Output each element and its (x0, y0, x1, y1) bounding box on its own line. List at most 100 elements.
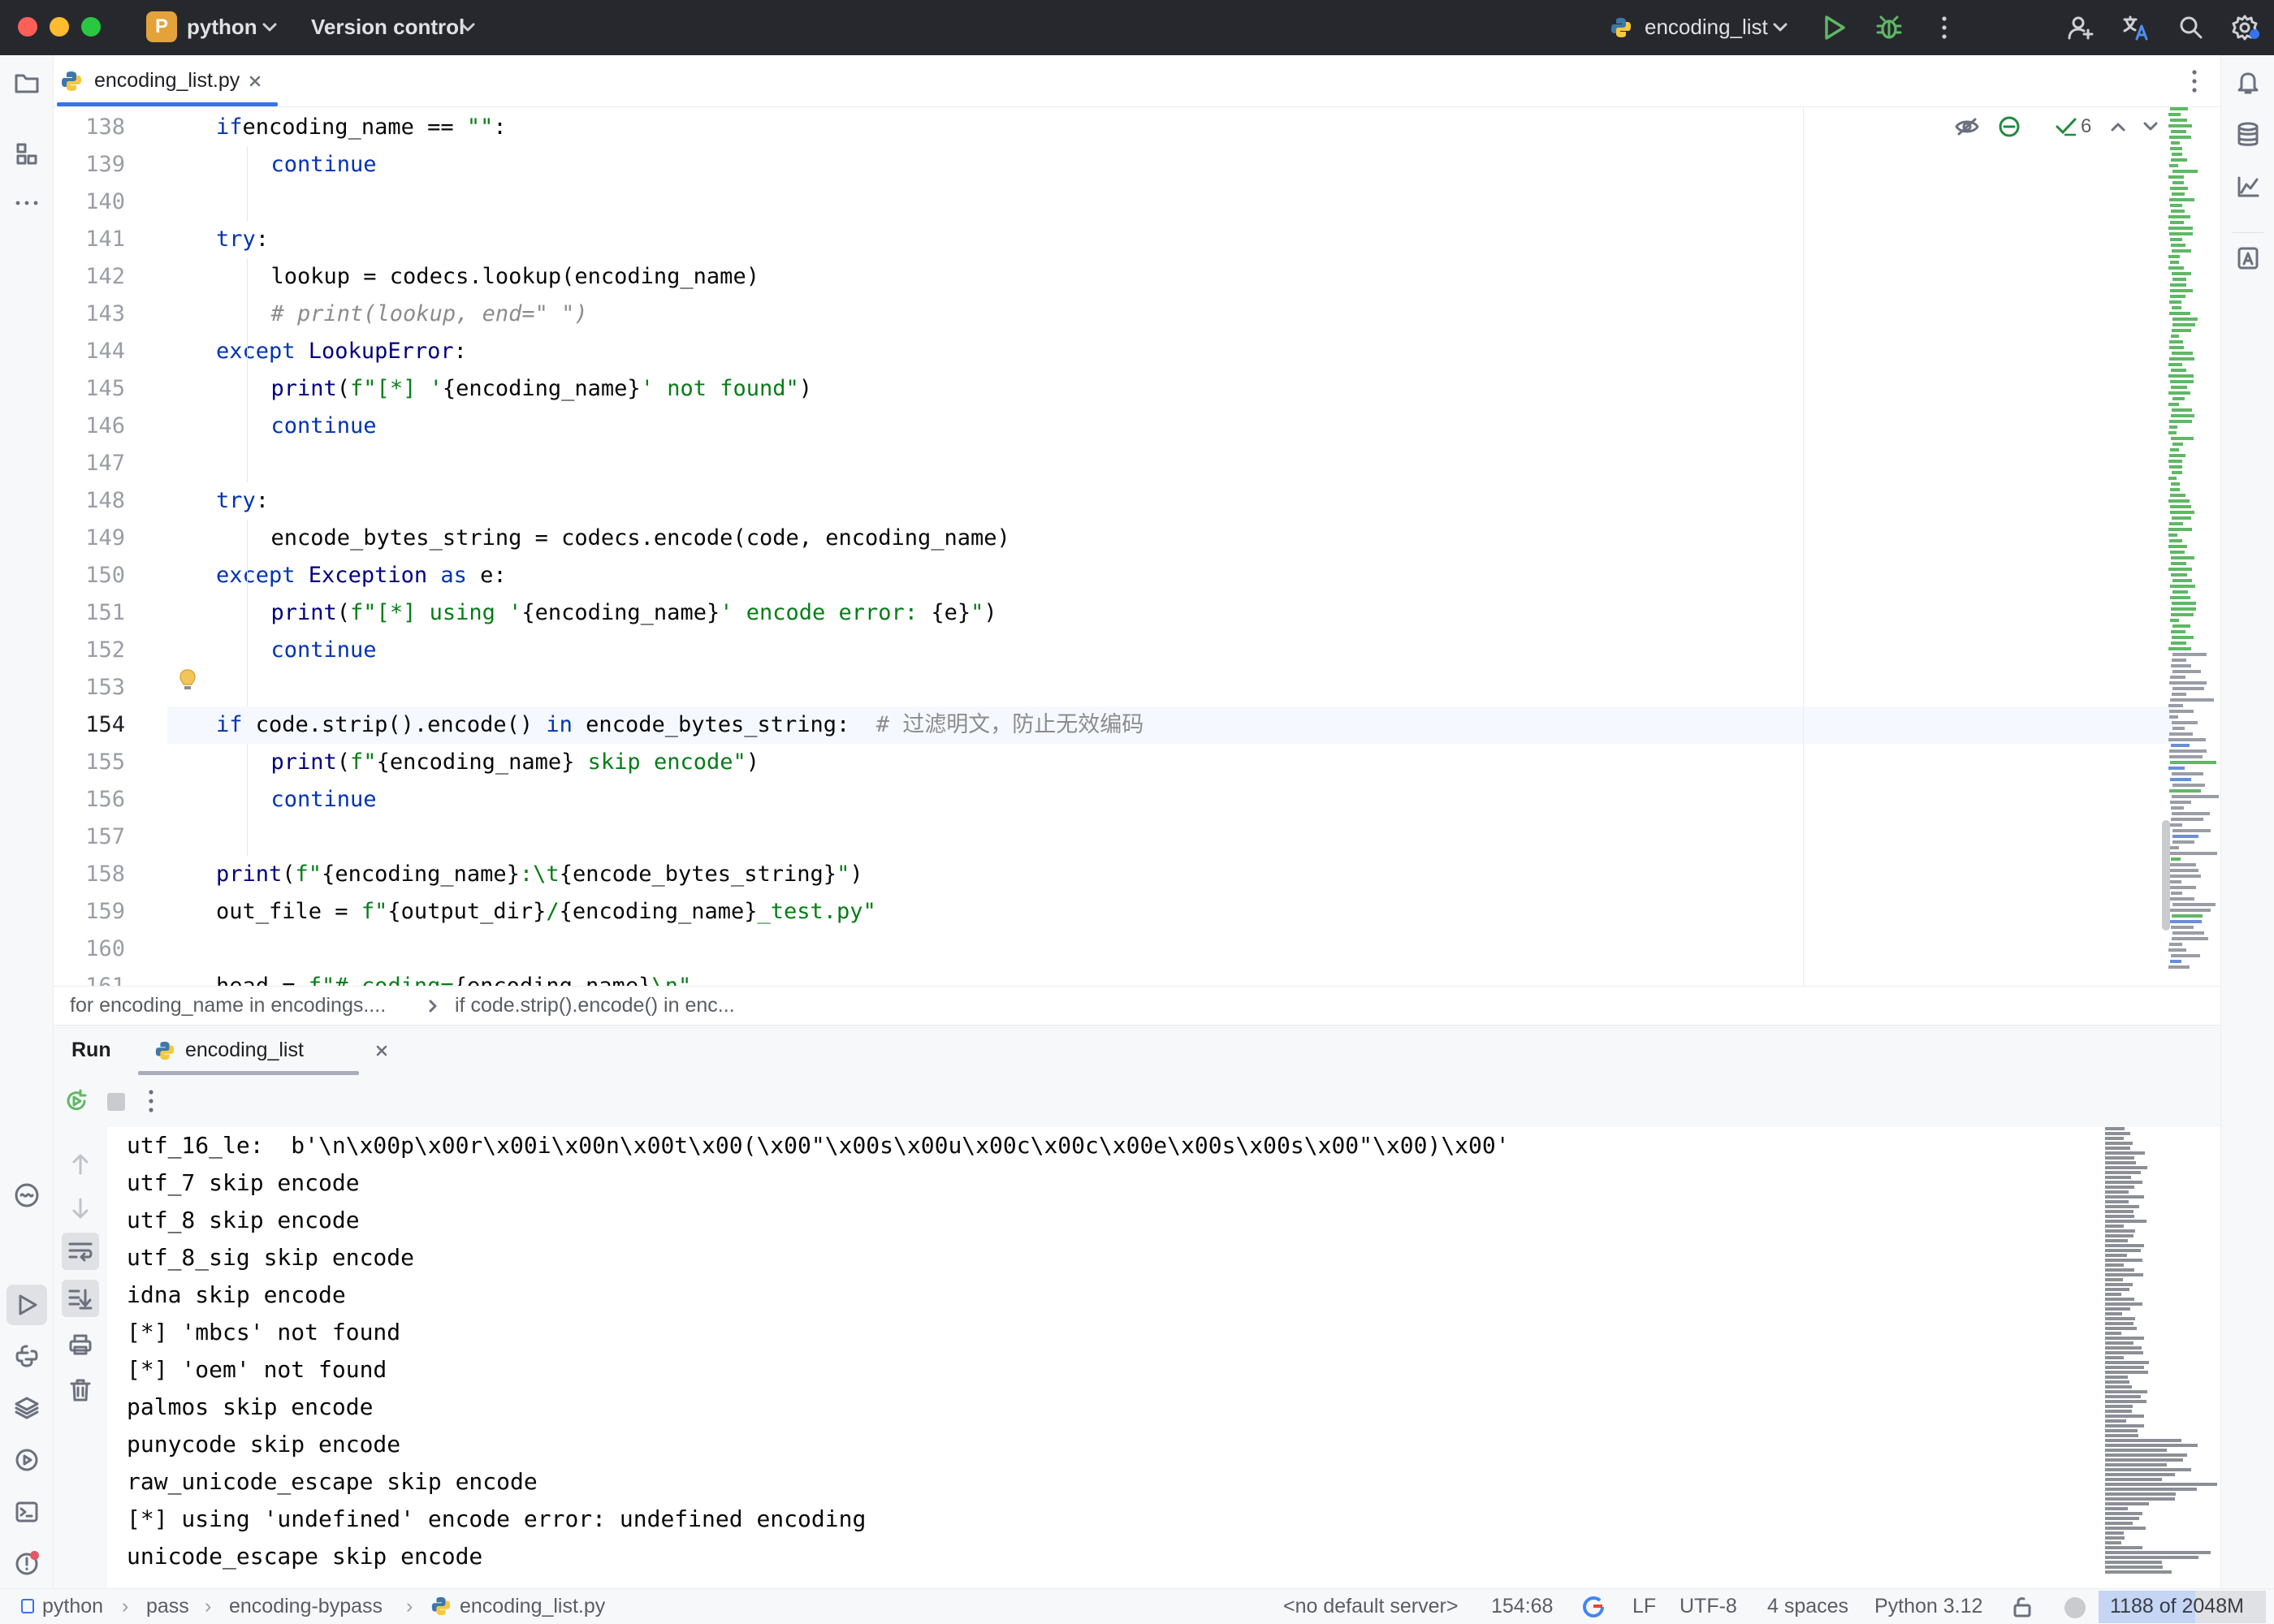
minimize-window-button[interactable] (50, 17, 69, 37)
code-line[interactable]: try: (216, 221, 269, 258)
vcs-widget[interactable]: Version control (311, 15, 465, 40)
scroll-up-icon[interactable] (64, 1148, 97, 1181)
soft-wrap-icon[interactable] (64, 1235, 97, 1268)
trash-icon[interactable] (64, 1374, 97, 1406)
more-vertical-icon[interactable] (1930, 13, 1959, 42)
breadcrumb-item-for-loop[interactable]: for encoding_name in encodings.... (70, 994, 386, 1017)
line-number[interactable]: 159 (85, 893, 125, 931)
close-run-tab-icon[interactable] (372, 1041, 391, 1060)
more-vertical-icon[interactable] (136, 1086, 166, 1116)
run-tab-encoding-list[interactable]: encoding_list (136, 1026, 411, 1076)
ai-assistant-icon[interactable] (2232, 242, 2264, 274)
translate-icon[interactable] (2121, 13, 2151, 42)
line-number[interactable]: 146 (85, 408, 125, 445)
line-number[interactable]: 141 (85, 221, 125, 258)
line-number[interactable]: 140 (85, 184, 125, 221)
project-name[interactable]: python (187, 15, 257, 40)
services-icon[interactable] (11, 1179, 43, 1212)
line-number[interactable]: 149 (85, 520, 125, 557)
google-translate-icon[interactable] (1582, 1596, 1605, 1618)
layers-icon[interactable] (11, 1392, 43, 1424)
line-number[interactable]: 158 (85, 856, 125, 893)
line-number[interactable]: 143 (85, 296, 125, 333)
sciview-icon[interactable] (2232, 171, 2264, 203)
add-user-icon[interactable] (2066, 13, 2095, 42)
console-minimap[interactable] (2105, 1127, 2220, 1588)
more-horizontal-icon[interactable] (11, 187, 43, 219)
code-line[interactable]: continue (271, 146, 377, 184)
line-number[interactable]: 144 (85, 333, 125, 370)
services-run-icon[interactable] (11, 1444, 43, 1476)
line-number[interactable]: 153 (85, 669, 125, 706)
more-vertical-icon[interactable] (2180, 67, 2209, 96)
run-config-selector[interactable]: encoding_list (1645, 15, 1768, 40)
ai-completion-icon[interactable] (1996, 114, 2022, 140)
line-number[interactable]: 138 (85, 109, 125, 146)
code-line[interactable]: lookup = codecs.lookup(encoding_name) (271, 258, 759, 296)
close-tab-icon[interactable] (245, 71, 265, 91)
check-icon[interactable] (2055, 115, 2077, 138)
line-number[interactable]: 142 (85, 258, 125, 296)
code-editor[interactable]: ifencoding_name == "": continue try: lookup… (167, 107, 2173, 986)
inspection-count[interactable]: 6 (2081, 115, 2091, 138)
line-number[interactable]: 151 (85, 594, 125, 632)
code-line[interactable]: print(f"{encoding_name} skip encode") (271, 744, 760, 781)
nav-path-file[interactable]: encoding_list.py (460, 1595, 605, 1618)
problems-icon[interactable] (11, 1548, 43, 1580)
nav-path-python[interactable]: python (42, 1595, 103, 1618)
line-number[interactable]: 145 (85, 370, 125, 408)
code-line[interactable]: out_file = f"{output_dir}/{encoding_name… (216, 893, 876, 931)
scroll-down-icon[interactable] (64, 1192, 97, 1224)
next-highlight-icon[interactable] (2141, 117, 2160, 136)
line-number[interactable]: 139 (85, 146, 125, 184)
code-line[interactable]: continue (271, 781, 377, 818)
structure-icon[interactable] (11, 138, 43, 171)
code-line[interactable]: except Exception as e: (216, 557, 507, 594)
deployment-server[interactable]: <no default server> (1283, 1595, 1458, 1618)
nav-path-pass[interactable]: pass (146, 1595, 189, 1618)
chevron-down-icon[interactable] (260, 18, 279, 37)
chevron-down-icon[interactable] (1770, 18, 1790, 37)
search-icon[interactable] (2177, 13, 2206, 42)
rerun-icon[interactable] (60, 1085, 93, 1117)
line-number[interactable]: 160 (85, 931, 125, 968)
line-number[interactable]: 150 (85, 557, 125, 594)
scroll-to-end-icon[interactable] (64, 1282, 97, 1315)
editor-minimap[interactable] (2165, 107, 2220, 986)
print-icon[interactable] (64, 1328, 97, 1361)
code-line[interactable]: print(f"[*] using '{encoding_name}' enco… (271, 594, 997, 632)
status-circle-icon[interactable] (2064, 1597, 2086, 1618)
code-line[interactable]: ifencoding_name == "": (216, 109, 507, 146)
project-avatar[interactable]: P (146, 11, 177, 42)
nav-path-encoding-bypass[interactable]: encoding-bypass (229, 1595, 383, 1618)
reader-mode-icon[interactable] (1954, 114, 1980, 140)
line-number[interactable]: 156 (85, 781, 125, 818)
line-number[interactable]: 155 (85, 744, 125, 781)
editor-scrollbar-thumb[interactable] (2162, 820, 2170, 931)
run-console-output[interactable]: utf_16_le: b'\n\x00p\x00r\x00i\x00n\x00t… (107, 1127, 2113, 1588)
line-number[interactable]: 152 (85, 632, 125, 669)
code-line[interactable]: try: (216, 482, 269, 520)
line-number[interactable]: 147 (85, 445, 125, 482)
python-interpreter[interactable]: Python 3.12 (1874, 1595, 1982, 1618)
line-separator[interactable]: LF (1632, 1595, 1656, 1618)
close-window-button[interactable] (18, 17, 37, 37)
file-encoding[interactable]: UTF-8 (1680, 1595, 1737, 1618)
lock-icon[interactable] (2011, 1596, 2034, 1618)
code-line[interactable]: print(f"[*] '{encoding_name}' not found"… (271, 370, 813, 408)
code-line[interactable]: if code.strip().encode() in encode_bytes… (216, 706, 1143, 744)
database-icon[interactable] (2232, 119, 2264, 151)
terminal-icon[interactable] (11, 1496, 43, 1528)
code-line[interactable]: head = f"# coding={encoding_name}\n" (216, 968, 691, 986)
caret-position[interactable]: 154:68 (1491, 1595, 1553, 1618)
code-line[interactable]: # print(lookup, end=" ") (271, 296, 588, 333)
project-folder-icon[interactable] (11, 67, 43, 99)
tab-encoding-list-py[interactable]: encoding_list.py (54, 55, 278, 107)
run-tool-icon[interactable] (11, 1289, 43, 1321)
code-line[interactable]: encode_bytes_string = codecs.encode(code… (271, 520, 1010, 557)
code-line[interactable]: except LookupError: (216, 333, 467, 370)
line-number[interactable]: 148 (85, 482, 125, 520)
previous-highlight-icon[interactable] (2108, 117, 2128, 136)
python-console-icon[interactable] (11, 1340, 43, 1372)
line-number[interactable]: 157 (85, 818, 125, 856)
